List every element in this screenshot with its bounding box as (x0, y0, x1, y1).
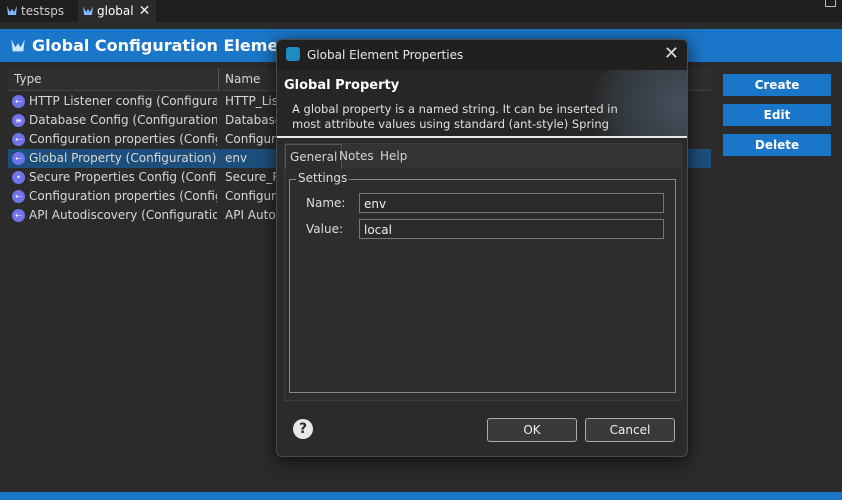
editor-tab-bar: testsps global ✕ (0, 0, 842, 22)
bottom-bar (0, 492, 842, 500)
tab-strip: General Notes Help (285, 144, 681, 169)
dialog-heading: Global Property (284, 78, 400, 93)
column-header-type[interactable]: Type (14, 72, 42, 86)
close-icon[interactable]: ✕ (139, 3, 151, 19)
tab-general[interactable]: General (285, 144, 343, 169)
editor-tab-testsps[interactable]: testsps (6, 0, 64, 22)
mule-icon (7, 6, 17, 15)
row-type-text: Secure Properties Config (Configuration) (29, 170, 217, 184)
banner-divider (277, 136, 687, 138)
column-divider[interactable] (218, 68, 219, 90)
settings-group: Settings Name: env Value: local (289, 171, 676, 393)
help-icon[interactable]: ? (293, 419, 313, 439)
settings-group-label: Settings (296, 171, 350, 185)
maximize-icon[interactable] (825, 0, 836, 7)
page-title: Global Configuration Elements (10, 36, 307, 55)
cancel-button[interactable]: Cancel (585, 418, 675, 442)
row-type-text: Global Property (Configuration) (29, 151, 217, 165)
create-button[interactable]: Create (723, 74, 831, 96)
database-icon: ≡ (12, 113, 25, 127)
cell-type: ≡ Database Config (Configuration) (12, 113, 217, 127)
value-label: Value: (306, 222, 343, 236)
dialog-titlebar: Global Element Properties ✕ (277, 40, 687, 70)
tab-help[interactable]: Help (376, 144, 411, 168)
dialog-title: Global Element Properties (307, 48, 464, 62)
column-header-name[interactable]: Name (225, 72, 260, 86)
dialog-description: A global property is a named string. It … (292, 102, 618, 131)
cell-type: • Secure Properties Config (Configuration… (12, 170, 217, 184)
lock-icon: • (12, 170, 25, 184)
cell-type: ⇠ Configuration properties (Configuration… (12, 132, 217, 146)
connector-icon: ⇠ (12, 151, 25, 165)
cell-type: ⇠ API Autodiscovery (Configuration) (12, 208, 217, 222)
cell-type: ⇠ HTTP Listener config (Configuration) (12, 94, 217, 108)
tab-panel: General Notes Help Settings Name: env Va… (284, 143, 682, 401)
cell-type: ⇠ Global Property (Configuration) (12, 151, 217, 165)
connector-icon: ⇠ (12, 132, 25, 146)
connector-icon: ⇠ (12, 208, 25, 222)
connector-icon: ⇠ (12, 189, 25, 203)
name-label: Name: (306, 196, 346, 210)
delete-button[interactable]: Delete (723, 134, 831, 156)
close-icon[interactable]: ✕ (664, 43, 679, 64)
edit-button[interactable]: Edit (723, 104, 831, 126)
value-field[interactable]: local (359, 219, 664, 239)
row-type-text: API Autodiscovery (Configuration) (29, 208, 217, 222)
dialog-banner: Global Property A global property is a n… (277, 70, 687, 136)
global-element-properties-dialog: Global Element Properties ✕ Global Prope… (276, 39, 688, 457)
page-title-text: Global Configuration Elements (32, 36, 307, 55)
editor-tab-label: testsps (21, 4, 65, 18)
tab-notes[interactable]: Notes (335, 144, 378, 168)
row-type-text: Database Config (Configuration) (29, 113, 217, 127)
anypoint-studio-icon (286, 47, 300, 61)
mule-icon (11, 38, 25, 51)
cell-type: ⇠ Configuration properties (Configuration… (12, 189, 217, 203)
editor-tab-global[interactable]: global ✕ (78, 0, 157, 22)
connector-icon: ⇠ (12, 94, 25, 108)
row-type-text: Configuration properties (Configuration) (29, 189, 217, 203)
row-type-text: HTTP Listener config (Configuration) (29, 94, 217, 108)
name-field[interactable]: env (359, 193, 664, 213)
editor-tab-label: global (97, 4, 134, 18)
ok-button[interactable]: OK (487, 418, 577, 442)
row-type-text: Configuration properties (Configuration) (29, 132, 217, 146)
mule-icon (83, 6, 93, 15)
